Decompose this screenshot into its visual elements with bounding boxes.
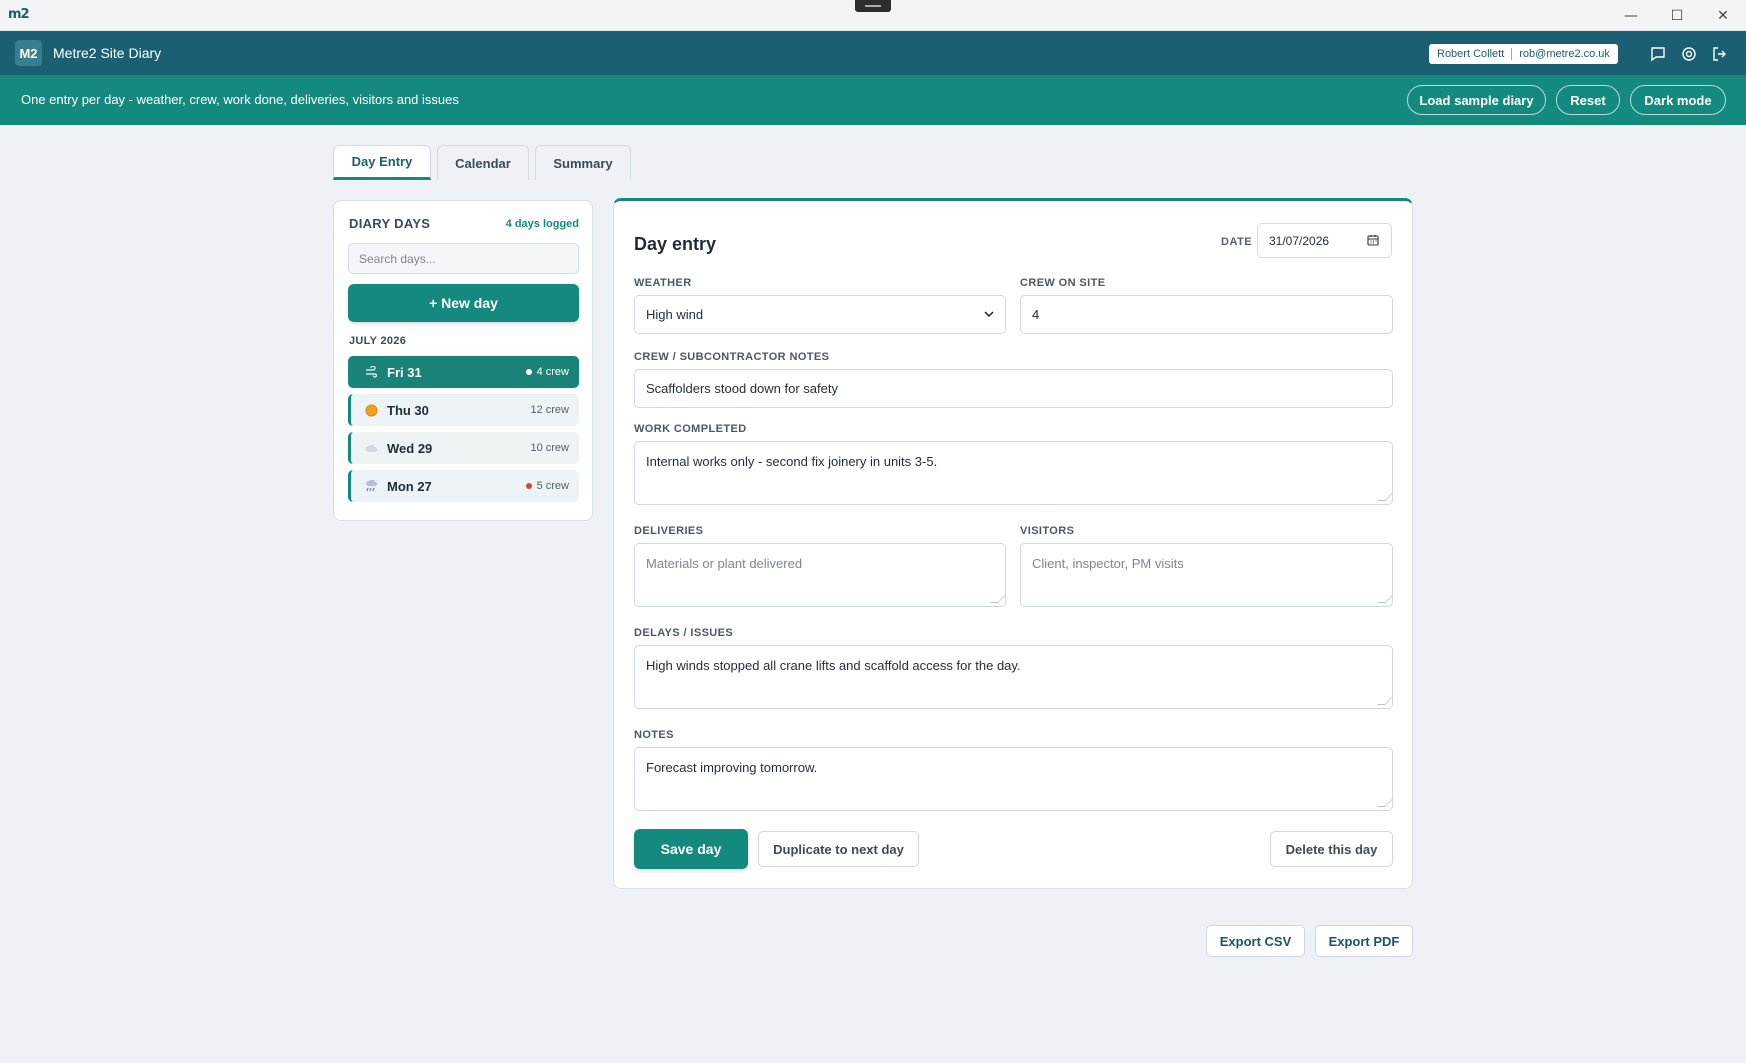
- tab-day-entry[interactable]: Day Entry: [333, 145, 431, 180]
- day-item-mon-27[interactable]: Mon 27 5 crew: [348, 470, 579, 502]
- load-sample-button[interactable]: Load sample diary: [1407, 85, 1546, 115]
- day-label: Thu 30: [387, 402, 429, 418]
- weather-value: High wind: [646, 307, 704, 322]
- resize-handle[interactable]: [990, 595, 1006, 603]
- maximize-button[interactable]: ☐: [1654, 0, 1700, 31]
- date-input[interactable]: 31/07/2026: [1257, 223, 1392, 258]
- app-header: M2 Metre2 Site Diary Robert Collett rob@…: [0, 31, 1746, 75]
- rain-icon: [364, 479, 378, 493]
- resize-handle[interactable]: [1377, 493, 1393, 501]
- visitors-label: VISITORS: [1020, 525, 1075, 537]
- app-title: Metre2 Site Diary: [53, 45, 162, 61]
- day-item-fri-31[interactable]: Fri 31 4 crew: [348, 356, 579, 388]
- work-completed-textarea[interactable]: Internal works only - second fix joinery…: [634, 441, 1393, 505]
- delays-label: DELAYS / ISSUES: [634, 627, 734, 639]
- app-badge: M2: [15, 40, 42, 66]
- user-divider: [1511, 48, 1513, 60]
- user-name: Robert Collett: [1437, 48, 1505, 60]
- export-pdf-button[interactable]: Export PDF: [1315, 925, 1413, 957]
- weather-select[interactable]: High wind: [634, 295, 1006, 334]
- month-heading: JULY 2026: [349, 335, 407, 347]
- user-email: rob@metre2.co.uk: [1519, 48, 1610, 60]
- dark-mode-button[interactable]: Dark mode: [1630, 85, 1726, 115]
- logout-icon[interactable]: [1709, 43, 1731, 65]
- visitors-textarea[interactable]: Client, inspector, PM visits: [1020, 543, 1393, 607]
- snap-grip[interactable]: [855, 0, 891, 12]
- work-completed-label: WORK COMPLETED: [634, 423, 747, 435]
- day-label: Mon 27: [387, 478, 432, 494]
- diary-days-title: DIARY DAYS: [349, 216, 431, 231]
- day-item-wed-29[interactable]: Wed 29 10 crew: [348, 432, 579, 464]
- search-days-input[interactable]: [348, 243, 579, 274]
- visitors-placeholder: Client, inspector, PM visits: [1032, 556, 1184, 571]
- export-csv-button[interactable]: Export CSV: [1206, 925, 1305, 957]
- deliveries-textarea[interactable]: Materials or plant delivered: [634, 543, 1006, 607]
- days-logged-count: 4 days logged: [505, 218, 579, 230]
- notes-value: Forecast improving tomorrow.: [646, 760, 818, 775]
- wind-icon: [364, 365, 378, 379]
- delays-value: High winds stopped all crane lifts and s…: [646, 658, 1021, 673]
- reset-button[interactable]: Reset: [1556, 85, 1620, 115]
- gear-icon[interactable]: [1678, 43, 1700, 65]
- date-value: 31/07/2026: [1269, 233, 1330, 248]
- sun-icon: [364, 403, 378, 417]
- delays-textarea[interactable]: High winds stopped all crane lifts and s…: [634, 645, 1393, 709]
- crew-count: 12 crew: [530, 404, 569, 416]
- crew-count: 10 crew: [530, 442, 569, 454]
- deliveries-label: DELIVERIES: [634, 525, 704, 537]
- resize-handle[interactable]: [1377, 595, 1393, 603]
- cloud-icon: [364, 441, 378, 455]
- diary-days-panel: DIARY DAYS 4 days logged + New day JULY …: [333, 200, 593, 521]
- day-item-thu-30[interactable]: Thu 30 12 crew: [348, 394, 579, 426]
- resize-handle[interactable]: [1377, 799, 1393, 807]
- date-label: DATE: [1221, 236, 1253, 248]
- crew-count: 5 crew: [525, 480, 569, 492]
- status-dot: [525, 369, 532, 375]
- minimize-button[interactable]: —: [1608, 0, 1654, 31]
- day-label: Fri 31: [387, 364, 422, 380]
- crew-count: 4 crew: [525, 366, 569, 378]
- info-banner: One entry per day - weather, crew, work …: [0, 75, 1746, 125]
- notes-label: NOTES: [634, 729, 674, 741]
- banner-tagline: One entry per day - weather, crew, work …: [21, 92, 459, 107]
- tab-summary[interactable]: Summary: [535, 145, 631, 180]
- day-entry-card: Day entry DATE 31/07/2026 WEATHER High w…: [613, 198, 1413, 889]
- app-logo: m2: [8, 7, 30, 22]
- tab-calendar[interactable]: Calendar: [437, 145, 529, 180]
- calendar-icon[interactable]: [1367, 234, 1381, 248]
- issue-dot: [525, 483, 532, 489]
- delete-day-button[interactable]: Delete this day: [1270, 831, 1393, 867]
- notes-textarea[interactable]: Forecast improving tomorrow.: [634, 747, 1393, 811]
- crew-notes-label: CREW / SUBCONTRACTOR NOTES: [634, 351, 830, 363]
- window-titlebar: m2 — ☐ ✕: [0, 0, 1746, 31]
- day-entry-title: Day entry: [634, 234, 717, 254]
- day-label: Wed 29: [387, 440, 433, 456]
- deliveries-placeholder: Materials or plant delivered: [646, 556, 803, 571]
- user-account[interactable]: Robert Collett rob@metre2.co.uk: [1429, 44, 1618, 64]
- crew-on-site-label: CREW ON SITE: [1020, 277, 1106, 289]
- duplicate-next-day-button[interactable]: Duplicate to next day: [758, 831, 919, 867]
- work-completed-value: Internal works only - second fix joinery…: [646, 454, 938, 469]
- new-day-button[interactable]: + New day: [348, 284, 579, 322]
- resize-handle[interactable]: [1377, 697, 1393, 705]
- crew-notes-input[interactable]: Scaffolders stood down for safety: [634, 369, 1393, 408]
- chat-icon[interactable]: [1647, 43, 1669, 65]
- close-button[interactable]: ✕: [1700, 0, 1746, 31]
- crew-on-site-input[interactable]: 4: [1020, 295, 1393, 334]
- save-day-button[interactable]: Save day: [634, 829, 748, 869]
- weather-label: WEATHER: [634, 277, 692, 289]
- chevron-down-icon: [984, 309, 994, 320]
